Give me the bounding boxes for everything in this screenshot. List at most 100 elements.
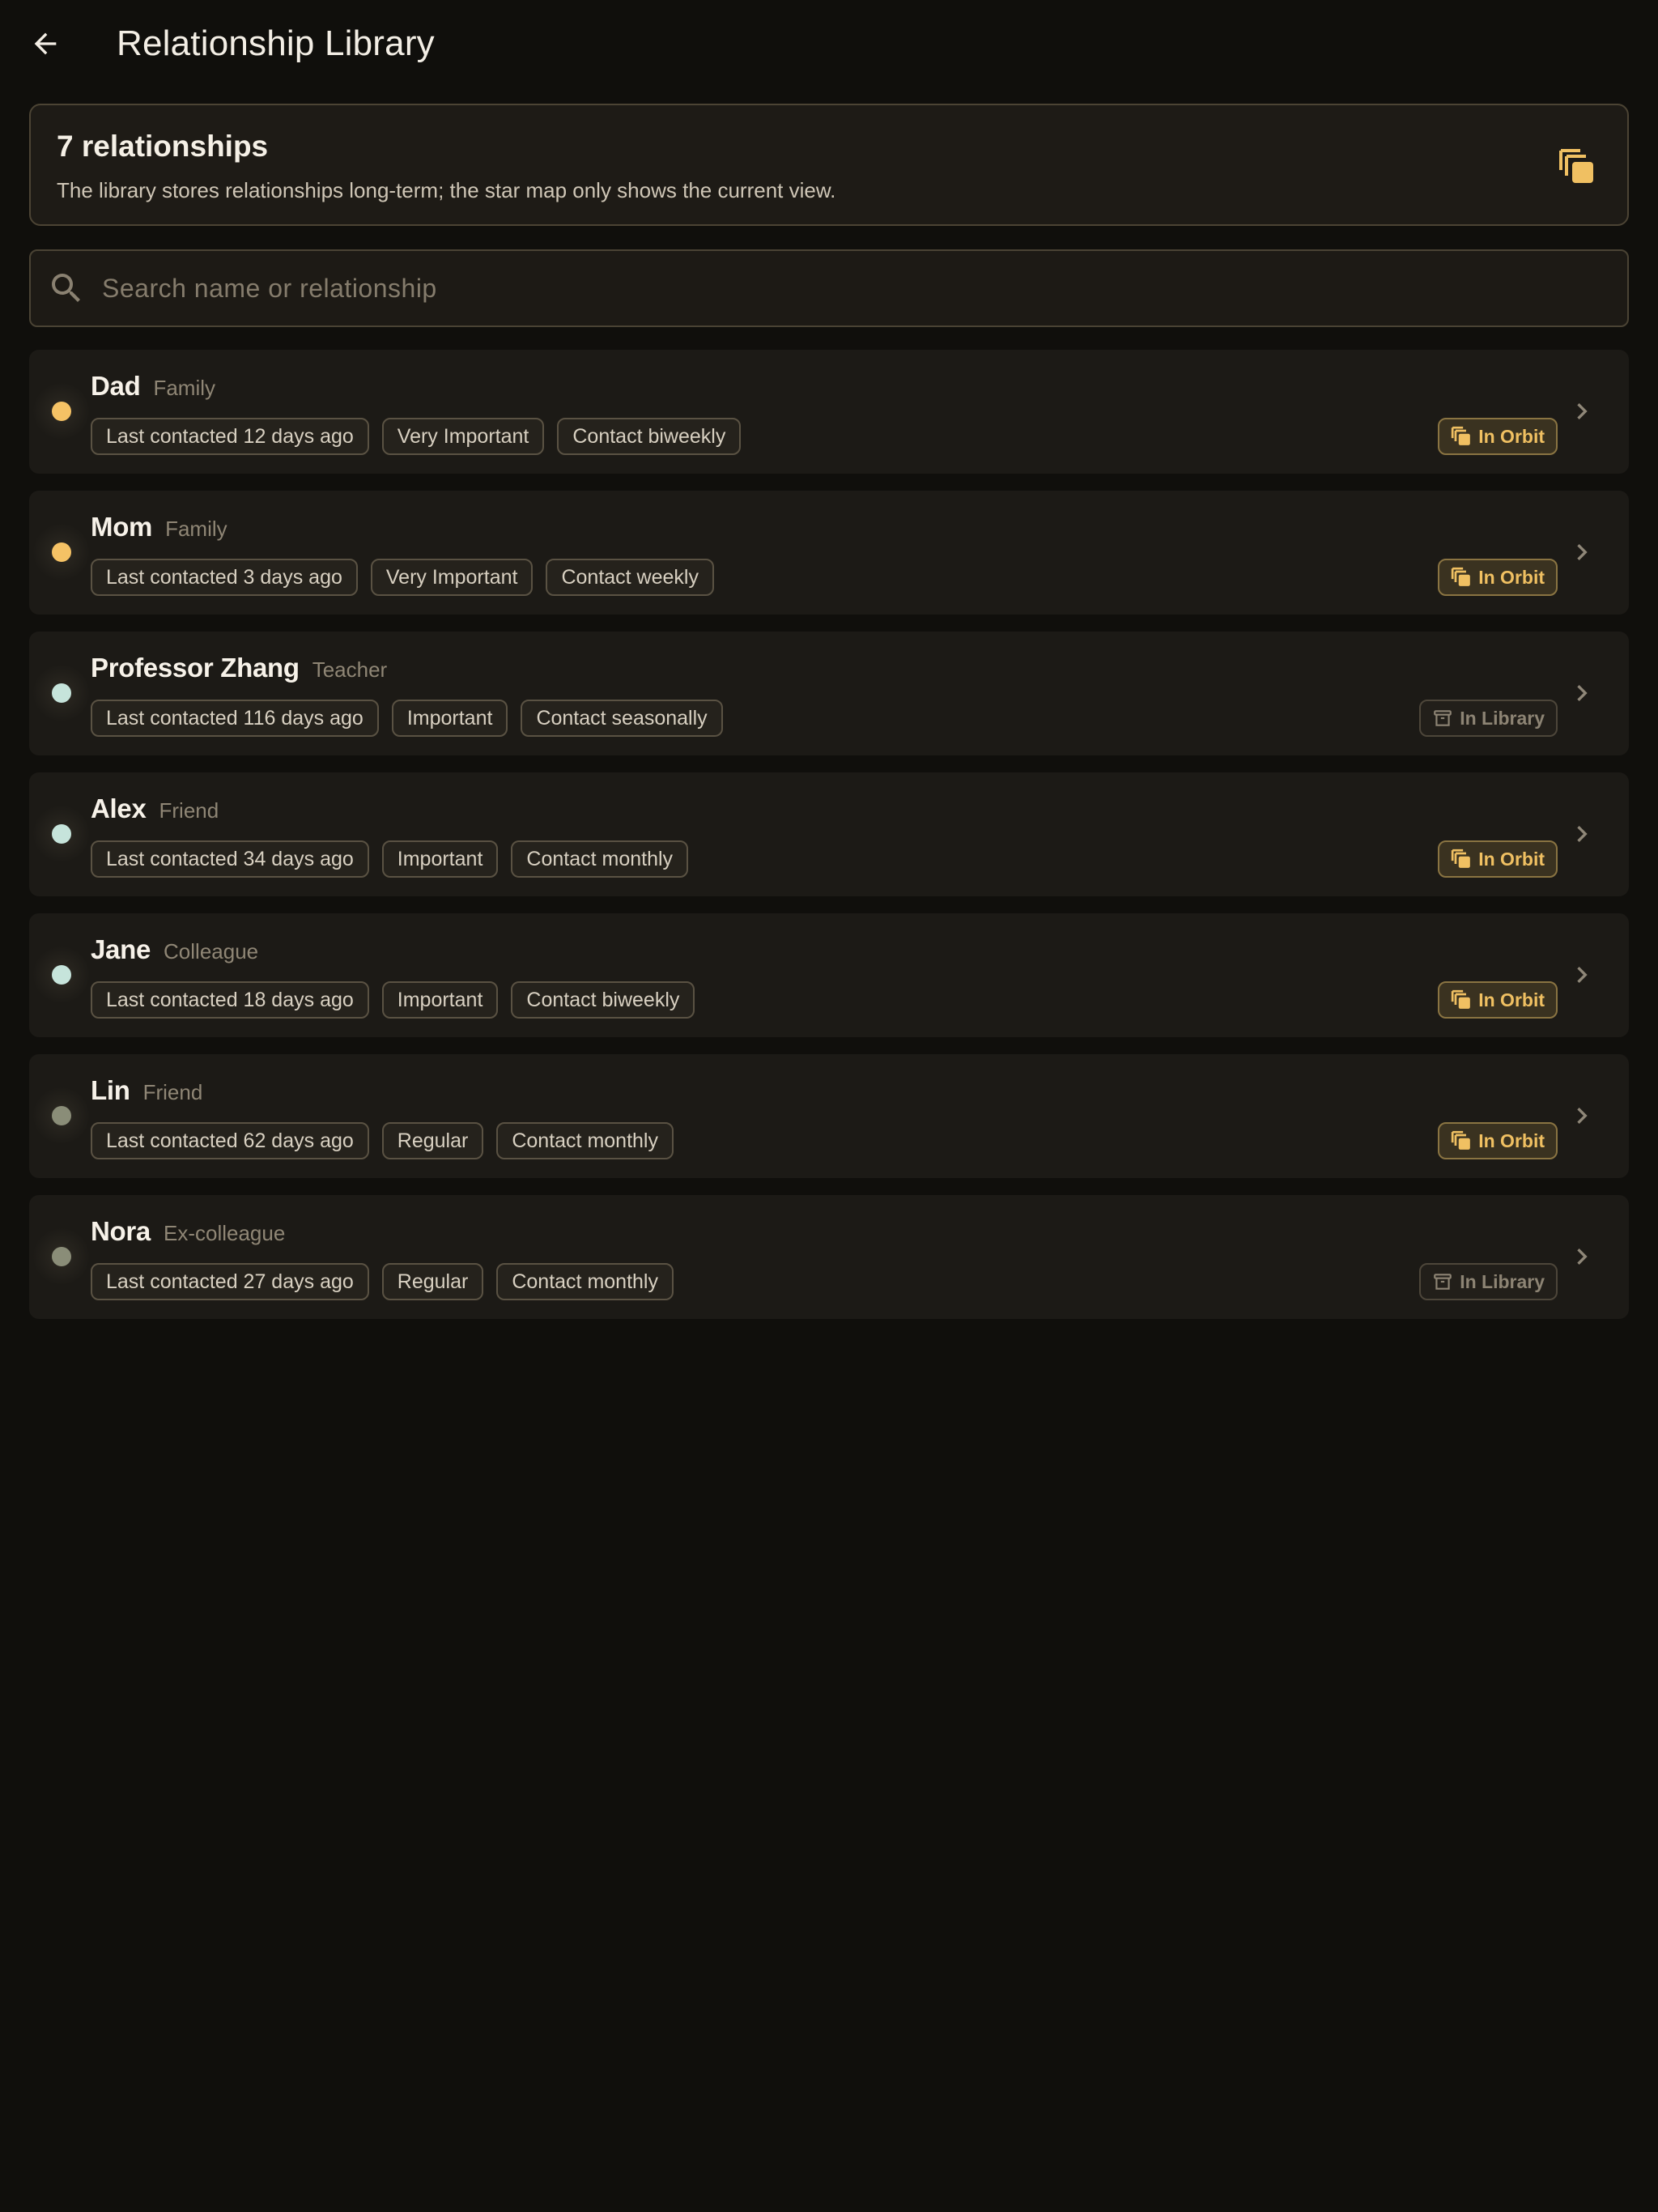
relationship-row[interactable]: Alex Friend Last contacted 34 days ago Impo… (29, 772, 1629, 896)
status-badge: In Orbit (1438, 981, 1558, 1019)
relationship-row[interactable]: Lin Friend Last contacted 62 days ago Regul… (29, 1054, 1629, 1178)
orbit-stack-icon (1452, 426, 1471, 445)
person-relation: Ex-colleague (164, 1221, 286, 1245)
app-bar: Relationship Library (0, 0, 1658, 89)
chevron-right-icon (1577, 1249, 1588, 1265)
frequency-chip: Contact seasonally (521, 700, 723, 737)
chevron-right-icon (1577, 967, 1588, 983)
frequency-chip: Contact monthly (511, 840, 689, 878)
status-badge: In Orbit (1438, 1122, 1558, 1159)
status-dot (52, 965, 71, 985)
relationship-list: Dad Family Last contacted 12 days ago Very … (29, 350, 1629, 1336)
status-badge-label: In Orbit (1478, 1129, 1545, 1151)
frequency-chip: Contact biweekly (557, 418, 742, 455)
last-contacted-chip: Last contacted 34 days ago (91, 840, 369, 878)
search-icon (52, 274, 80, 302)
archive-box-icon (1434, 1274, 1452, 1290)
frequency-chip: Contact monthly (496, 1263, 674, 1300)
search-input[interactable] (100, 251, 1606, 325)
status-badge: In Orbit (1438, 840, 1558, 878)
library-stack-icon (1559, 149, 1593, 183)
tag-chips: Last contacted 116 days ago Important Cont… (91, 700, 723, 737)
tag-chips: Last contacted 34 days ago Important Conta… (91, 840, 689, 878)
back-button[interactable] (23, 21, 68, 66)
frequency-chip: Contact biweekly (511, 981, 695, 1019)
tag-chips: Last contacted 12 days ago Very Important… (91, 418, 742, 455)
summary-description: The library stores relationships long-te… (57, 178, 836, 202)
importance-chip: Regular (381, 1122, 484, 1159)
status-badge-label: In Orbit (1478, 989, 1545, 1010)
name-line: Dad Family (91, 371, 215, 402)
person-name: Jane (91, 934, 151, 964)
person-relation: Family (165, 517, 227, 541)
chevron-right-icon (1577, 403, 1588, 419)
status-badge-label: In Library (1460, 707, 1545, 729)
status-badge-label: In Orbit (1478, 848, 1545, 870)
chevron-right-icon (1577, 1108, 1588, 1124)
arrow-left-icon (34, 32, 57, 55)
library-stack-button[interactable] (1558, 147, 1596, 186)
last-contacted-chip: Last contacted 116 days ago (91, 700, 379, 737)
person-name: Dad (91, 371, 141, 401)
status-dot (52, 402, 71, 421)
status-dot (52, 542, 71, 562)
tag-chips: Last contacted 62 days ago Regular Contact… (91, 1122, 674, 1159)
importance-chip: Very Important (381, 418, 545, 455)
relationship-row[interactable]: Dad Family Last contacted 12 days ago Very … (29, 350, 1629, 474)
name-line: Lin Friend (91, 1075, 202, 1106)
relationship-row[interactable]: Professor Zhang Teacher Last contacted 116… (29, 632, 1629, 755)
relationship-row[interactable]: Mom Family Last contacted 3 days ago Very I… (29, 491, 1629, 615)
last-contacted-chip: Last contacted 27 days ago (91, 1263, 369, 1300)
last-contacted-chip: Last contacted 18 days ago (91, 981, 369, 1019)
person-name: Mom (91, 512, 153, 542)
tag-chips: Last contacted 18 days ago Important Conta… (91, 981, 695, 1019)
orbit-stack-icon (1452, 849, 1471, 868)
name-line: Professor Zhang Teacher (91, 653, 387, 683)
importance-chip: Regular (381, 1263, 484, 1300)
tag-chips: Last contacted 3 days ago Very Important C… (91, 559, 714, 596)
tag-chips: Last contacted 27 days ago Regular Contact… (91, 1263, 674, 1300)
person-name: Nora (91, 1216, 151, 1246)
frequency-chip: Contact weekly (546, 559, 714, 596)
name-line: Alex Friend (91, 793, 219, 824)
relationship-row[interactable]: Nora Ex-colleague Last contacted 27 days a… (29, 1195, 1629, 1319)
orbit-stack-icon (1452, 567, 1471, 586)
orbit-stack-icon (1452, 1130, 1471, 1150)
summary-card: 7 relationships The library stores relat… (29, 104, 1629, 226)
chevron-right-icon (1577, 544, 1588, 560)
person-name: Alex (91, 793, 147, 823)
person-name: Professor Zhang (91, 653, 300, 683)
importance-chip: Very Important (370, 559, 534, 596)
importance-chip: Important (391, 700, 508, 737)
person-name: Lin (91, 1075, 130, 1105)
name-line: Mom Family (91, 512, 227, 542)
person-relation: Colleague (164, 939, 259, 963)
page-title: Relationship Library (117, 23, 435, 63)
importance-chip: Important (381, 981, 499, 1019)
archive-box-icon (1434, 710, 1452, 726)
search-box (29, 249, 1629, 327)
person-relation: Friend (142, 1080, 203, 1104)
status-badge-label: In Orbit (1478, 425, 1545, 447)
person-relation: Friend (159, 798, 219, 823)
status-badge: In Orbit (1438, 418, 1558, 455)
status-badge: In Orbit (1438, 559, 1558, 596)
status-badge-label: In Library (1460, 1270, 1545, 1292)
chevron-right-icon (1577, 826, 1588, 842)
status-badge: In Library (1419, 1263, 1558, 1300)
last-contacted-chip: Last contacted 62 days ago (91, 1122, 369, 1159)
name-line: Nora Ex-colleague (91, 1216, 285, 1247)
status-dot (52, 1106, 71, 1125)
relationship-row[interactable]: Jane Colleague Last contacted 18 days ago I… (29, 913, 1629, 1037)
status-dot (52, 1247, 71, 1266)
last-contacted-chip: Last contacted 3 days ago (91, 559, 358, 596)
name-line: Jane Colleague (91, 934, 258, 965)
relationship-count: 7 relationships (57, 130, 269, 163)
status-dot (52, 824, 71, 844)
status-badge: In Library (1419, 700, 1558, 737)
person-relation: Family (153, 376, 216, 400)
orbit-stack-icon (1452, 989, 1471, 1009)
frequency-chip: Contact monthly (496, 1122, 674, 1159)
last-contacted-chip: Last contacted 12 days ago (91, 418, 369, 455)
status-badge-label: In Orbit (1478, 566, 1545, 588)
